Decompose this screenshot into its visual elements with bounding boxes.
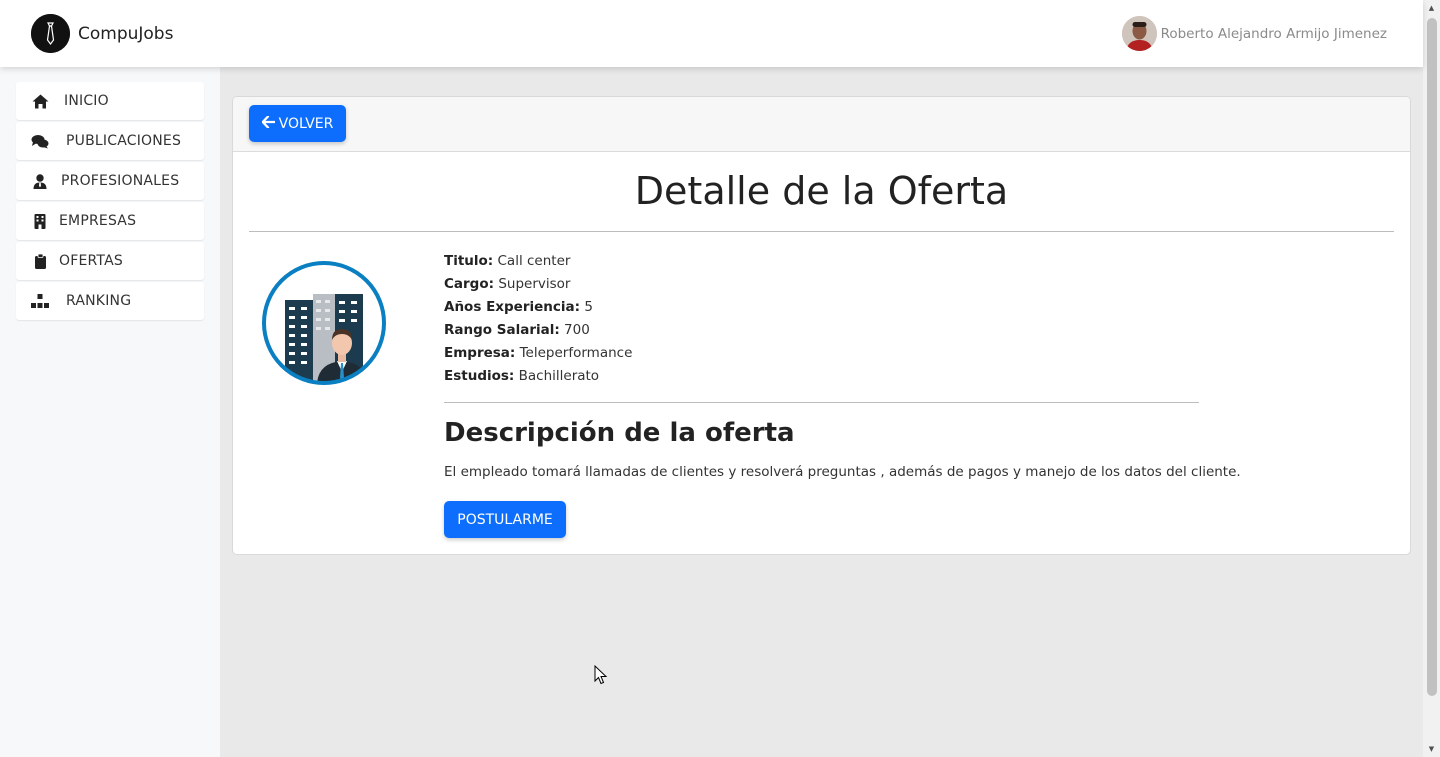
- detail-label: Empresa:: [444, 345, 516, 361]
- comments-icon: [31, 133, 49, 149]
- description-title: Descripción de la oferta: [444, 418, 795, 448]
- sidebar: INICIO PUBLICACIONES PROFESIONALES EMPRE…: [0, 67, 220, 757]
- detail-row-experiencia: Años Experiencia: 5: [444, 296, 632, 319]
- page-title: Detalle de la Oferta: [634, 169, 1009, 213]
- tie-logo-icon: [31, 14, 70, 53]
- detail-row-titulo: Titulo: Call center: [444, 250, 632, 273]
- back-button-label: VOLVER: [278, 115, 334, 132]
- detail-label: Estudios:: [444, 368, 515, 384]
- brand[interactable]: CompuJobs: [31, 14, 173, 53]
- avatar: [1121, 16, 1157, 51]
- detail-label: Titulo:: [444, 253, 494, 269]
- detail-value: Call center: [497, 253, 571, 269]
- scroll-up-arrow-icon[interactable]: ▲: [1423, 0, 1440, 16]
- brand-name: CompuJobs: [78, 23, 174, 44]
- offer-detail-card: VOLVER Detalle de la Oferta Titulo: Call…: [232, 96, 1411, 555]
- sidebar-item-profesionales[interactable]: PROFESIONALES: [16, 162, 204, 200]
- detail-row-estudios: Estudios: Bachillerato: [444, 365, 632, 388]
- detail-value: Supervisor: [498, 276, 571, 292]
- detail-row-empresa: Empresa: Teleperformance: [444, 342, 632, 365]
- company-logo-icon: [261, 260, 387, 386]
- top-navbar: CompuJobs Roberto Alejandro Armijo Jimen…: [0, 0, 1423, 67]
- ranking-icon: [31, 293, 49, 309]
- arrow-left-icon: [261, 114, 276, 132]
- sidebar-item-ofertas[interactable]: OFERTAS: [16, 242, 204, 280]
- user-menu[interactable]: Roberto Alejandro Armijo Jimenez: [1121, 16, 1387, 51]
- divider: [249, 231, 1394, 232]
- home-icon: [31, 93, 49, 109]
- clipboard-icon: [31, 253, 49, 269]
- detail-row-cargo: Cargo: Supervisor: [444, 273, 632, 296]
- scroll-down-arrow-icon[interactable]: ▼: [1423, 741, 1440, 757]
- detail-label: Cargo:: [444, 276, 495, 292]
- apply-button[interactable]: POSTULARME: [444, 501, 566, 538]
- description-text: El empleado tomará llamadas de clientes …: [444, 464, 1241, 480]
- detail-value: Teleperformance: [519, 345, 633, 361]
- sidebar-item-inicio[interactable]: INICIO: [16, 82, 204, 120]
- sidebar-item-publicaciones[interactable]: PUBLICACIONES: [16, 122, 204, 160]
- sidebar-item-label: PROFESIONALES: [61, 173, 180, 189]
- detail-value: 700: [564, 322, 590, 338]
- sidebar-item-ranking[interactable]: RANKING: [16, 282, 204, 320]
- offer-details: Titulo: Call center Cargo: Supervisor Añ…: [444, 250, 632, 388]
- card-header: VOLVER: [233, 97, 1410, 152]
- detail-label: Rango Salarial:: [444, 322, 560, 338]
- building-icon: [31, 213, 49, 229]
- detail-label: Años Experiencia:: [444, 299, 581, 315]
- user-name: Roberto Alejandro Armijo Jimenez: [1160, 25, 1387, 42]
- detail-row-salario: Rango Salarial: 700: [444, 319, 632, 342]
- divider: [444, 402, 1199, 403]
- sidebar-item-label: INICIO: [64, 93, 109, 109]
- detail-value: 5: [584, 299, 593, 315]
- scroll-thumb[interactable]: [1427, 18, 1437, 696]
- sidebar-item-empresas[interactable]: EMPRESAS: [16, 202, 204, 240]
- mouse-pointer-icon: [594, 664, 608, 685]
- user-tie-icon: [31, 173, 49, 189]
- sidebar-item-label: EMPRESAS: [59, 213, 137, 229]
- sidebar-item-label: OFERTAS: [59, 253, 123, 269]
- sidebar-item-label: PUBLICACIONES: [66, 133, 182, 149]
- sidebar-item-label: RANKING: [66, 293, 132, 309]
- back-button[interactable]: VOLVER: [249, 105, 346, 142]
- detail-value: Bachillerato: [518, 368, 600, 384]
- page-scrollbar[interactable]: ▲ ▼: [1423, 0, 1440, 757]
